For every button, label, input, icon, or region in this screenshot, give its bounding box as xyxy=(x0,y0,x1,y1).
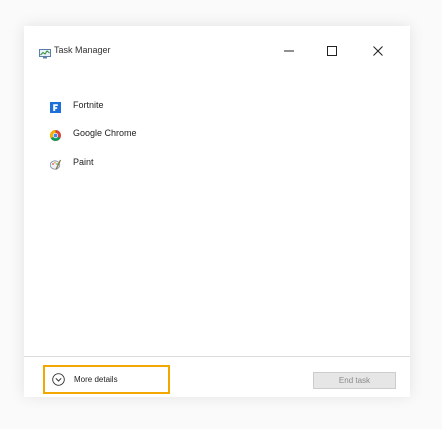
maximize-button[interactable] xyxy=(316,38,348,64)
more-details-button[interactable]: More details xyxy=(43,365,170,394)
app-label: Fortnite xyxy=(73,100,104,110)
app-label: Paint xyxy=(73,157,94,167)
minimize-button[interactable] xyxy=(273,38,305,64)
app-item-google-chrome[interactable]: Google Chrome xyxy=(24,123,224,143)
app-item-fortnite[interactable]: Fortnite xyxy=(24,95,224,115)
maximize-icon xyxy=(327,46,337,56)
title-bar[interactable]: Task Manager xyxy=(24,26,410,59)
paint-icon xyxy=(49,157,62,170)
end-task-label: End task xyxy=(338,376,371,385)
app-label: Google Chrome xyxy=(73,128,137,138)
chevron-down-icon xyxy=(52,373,65,386)
chrome-icon xyxy=(50,128,61,141)
close-button[interactable] xyxy=(362,38,394,64)
end-task-button[interactable]: End task xyxy=(313,372,396,389)
more-details-label: More details xyxy=(74,375,118,384)
page: Task Manager Fortnite Google Chrome Pain… xyxy=(0,0,442,429)
app-item-paint[interactable]: Paint xyxy=(24,152,224,172)
footer-bar: More details End task xyxy=(24,356,410,397)
fortnite-icon xyxy=(50,100,61,113)
close-icon xyxy=(373,46,383,56)
task-manager-window: Task Manager Fortnite Google Chrome Pain… xyxy=(24,26,410,397)
minimize-icon xyxy=(284,46,294,56)
task-manager-icon xyxy=(39,46,51,59)
window-title: Task Manager xyxy=(54,45,111,55)
